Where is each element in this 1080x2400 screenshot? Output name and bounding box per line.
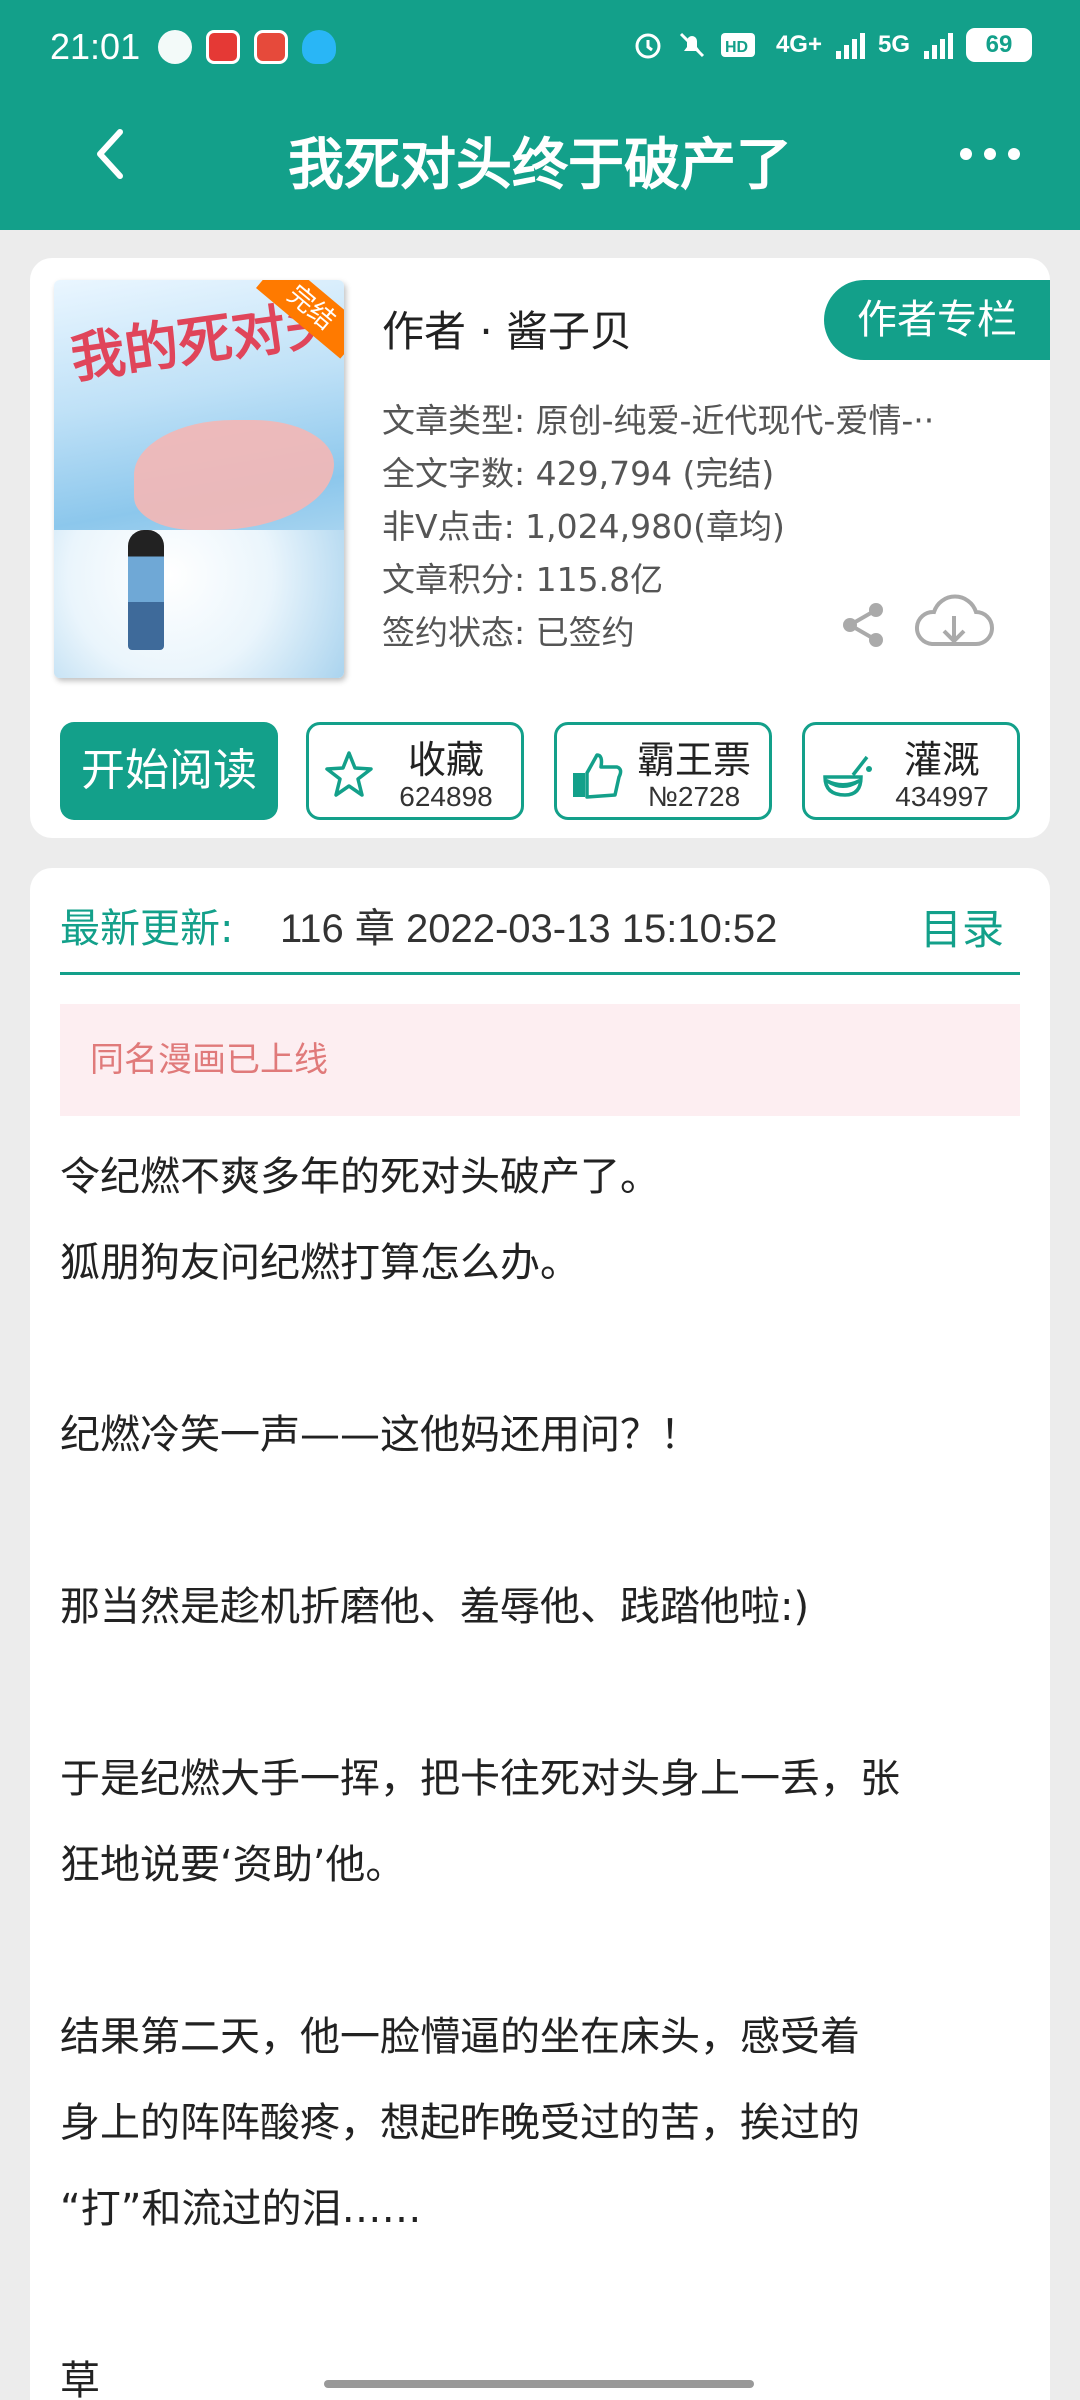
- cloud-download-icon[interactable]: [912, 588, 996, 658]
- overlord-ticket-button[interactable]: 霸王票 №2728: [554, 722, 772, 820]
- intro-line: 狐朋狗友问纪燃打算怎么办。: [60, 1240, 580, 1286]
- status-bar: 21:01 HD 4G+ 5G 69: [0, 0, 1080, 100]
- author-name[interactable]: 作者 · 酱子贝: [382, 298, 632, 359]
- meta-clicks: 非V点击: 1,024,980(章均): [382, 507, 785, 546]
- content-card: 最新更新: 116 章 2022-03-13 15:10:52 目录 同名漫画已…: [30, 868, 1050, 2400]
- chevron-left-icon[interactable]: [80, 122, 144, 186]
- water-label: 灌溉: [903, 738, 980, 782]
- page-title: 我死对头终于破产了: [288, 133, 792, 198]
- overlord-ticket-label: 霸王票: [636, 738, 751, 782]
- table-of-contents-link[interactable]: 目录: [920, 896, 1004, 957]
- app-icon: [254, 30, 288, 64]
- meta-type: 文章类型: 原创-纯爱-近代现代-爱情-··: [382, 401, 935, 440]
- divider: [60, 972, 1020, 975]
- hd-icon: HD: [720, 33, 755, 57]
- status-time: 21:01: [50, 26, 141, 67]
- notification-icons: [158, 30, 336, 64]
- intro-line: [60, 1908, 1030, 1994]
- start-reading-button[interactable]: 开始阅读: [60, 722, 278, 820]
- intro-line: 于是纪燃大手一挥，把卡往死对头身上一丢，张: [60, 1756, 900, 1802]
- favorite-label: 收藏: [407, 738, 484, 782]
- intro-line: [60, 1306, 1030, 1392]
- svg-text:HD: HD: [725, 39, 748, 56]
- favorite-button[interactable]: 收藏 624898: [306, 722, 524, 820]
- overlord-ticket-rank: №2728: [647, 781, 741, 812]
- star-icon: [325, 751, 373, 797]
- cover-figure: [128, 530, 164, 650]
- intro-line: 令纪燃不爽多年的死对头破产了。: [60, 1154, 660, 1200]
- book-cover[interactable]: 我的死对头 完结: [54, 280, 344, 678]
- meta-word-count: 全文字数: 429,794 (完结): [382, 454, 775, 493]
- intro-line: [60, 1650, 1030, 1736]
- intro-line: 结果第二天，他一脸懵逼的坐在床头，感受着: [60, 2014, 860, 2060]
- latest-update-label: 最新更新:: [60, 906, 234, 952]
- author-column-button[interactable]: 作者专栏: [824, 280, 1050, 360]
- book-info-card: 我的死对头 完结 作者 · 酱子贝 作者专栏 文章类型: 原创-纯爱-近代现代-…: [30, 258, 1050, 838]
- home-indicator[interactable]: [324, 2380, 754, 2388]
- battery-icon: 69: [966, 28, 1032, 62]
- book-intro: 令纪燃不爽多年的死对头破产了。 狐朋狗友问纪燃打算怎么办。 纪燃冷笑一声——这他…: [60, 1134, 1030, 2400]
- signal-icon: [835, 33, 865, 59]
- alarm-icon: [635, 33, 661, 59]
- intro-line: “打”和流过的泪……: [60, 2186, 422, 2232]
- favorite-count: 624898: [399, 781, 493, 812]
- notice-banner[interactable]: 同名漫画已上线: [60, 1004, 1020, 1116]
- intro-line: 那当然是趁机折磨他、羞辱他、践踏他啦:): [60, 1584, 810, 1630]
- water-button[interactable]: 灌溉 434997: [802, 722, 1020, 820]
- mute-icon: [679, 32, 705, 58]
- intro-line: 身上的阵阵酸疼，想起昨晚受过的苦，挨过的: [60, 2100, 860, 2146]
- thumbs-up-icon: [573, 753, 623, 799]
- intro-line: 狂地说要‘资助’他。: [60, 1842, 406, 1888]
- network-5g: 5G: [877, 31, 910, 58]
- network-4g: 4G+: [775, 31, 822, 58]
- intro-line: [60, 2252, 1030, 2338]
- top-bar: 21:01 HD 4G+ 5G 69 我死对头终于破产了: [0, 0, 1080, 230]
- system-icons: HD 4G+ 5G 69: [632, 28, 1032, 62]
- signal-icon: [924, 33, 953, 59]
- share-icon[interactable]: [836, 598, 890, 652]
- more-dots-icon[interactable]: [960, 144, 1020, 164]
- watering-icon: [823, 755, 872, 797]
- qq-icon: [302, 30, 336, 64]
- water-count: 434997: [895, 781, 989, 812]
- latest-update-text[interactable]: 116 章 2022-03-13 15:10:52: [280, 896, 870, 954]
- intro-line: [60, 1478, 1030, 1564]
- action-buttons: 开始阅读 收藏 624898 霸王票 №2728 灌溉 434997: [60, 722, 1020, 820]
- intro-line: 纪燃冷笑一声——这他妈还用问？！: [60, 1412, 700, 1458]
- app-header: 我死对头终于破产了: [0, 100, 1080, 230]
- intro-line: 草: [60, 2358, 100, 2400]
- wechat-icon: [158, 30, 192, 64]
- app-icon: [206, 30, 240, 64]
